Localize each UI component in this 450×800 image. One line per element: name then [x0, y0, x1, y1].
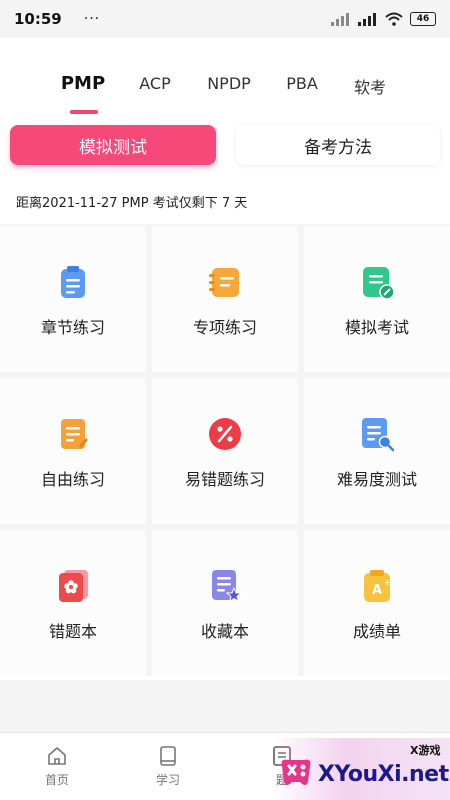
- tile-label: 收藏本: [200, 622, 249, 641]
- prep-method-button[interactable]: 备考方法: [236, 125, 440, 165]
- tile-label: 模拟考试: [344, 318, 409, 337]
- active-tab-indicator: [70, 110, 98, 114]
- tile-label: 章节练习: [40, 318, 105, 337]
- tile-topic-practice[interactable]: 专项练习: [152, 226, 298, 372]
- home-icon: [48, 747, 66, 765]
- nav-label: 首页: [44, 773, 69, 787]
- tile-mock-exam[interactable]: 模拟考试: [304, 226, 450, 372]
- signal-icon-2: [358, 13, 376, 26]
- tile-difficulty-test[interactable]: 难易度测试: [304, 378, 450, 524]
- watermark-small-text: X游戏: [410, 744, 441, 757]
- flower-book-icon: [59, 570, 88, 602]
- tile-label: 难易度测试: [336, 470, 417, 489]
- tab-ruankao[interactable]: 软考: [354, 74, 386, 98]
- notebook-icon: [209, 268, 239, 297]
- tab-pmp[interactable]: PMP: [61, 73, 105, 94]
- notification-dots: ···: [83, 11, 101, 27]
- document-pen-icon: [61, 419, 88, 449]
- exam-edit-icon: [363, 267, 395, 300]
- main-content: PMP ACP NPDP PBA 软考 模拟测试 备考方法 距离2021-11-…: [0, 38, 450, 680]
- tile-mistake-book[interactable]: 错题本: [0, 530, 146, 676]
- watermark-domain: XYouXi.net: [318, 762, 449, 787]
- mock-test-button[interactable]: 模拟测试: [10, 125, 216, 165]
- practice-grid: 章节练习 专项练习 模拟考试 自由练习 易错题练习 难易度测试 错题本 收藏本 …: [0, 224, 450, 676]
- tab-acp[interactable]: ACP: [139, 74, 170, 93]
- chapter-clipboard-icon: [61, 266, 85, 298]
- tile-grade-report[interactable]: A + 成绩单: [304, 530, 450, 676]
- tile-label: 易错题练习: [184, 470, 265, 489]
- wifi-icon: [385, 12, 403, 26]
- tile-label: 专项练习: [192, 318, 257, 337]
- tab-npdp[interactable]: NPDP: [207, 74, 251, 93]
- status-icons: 46: [331, 12, 436, 26]
- svg-text:+: +: [384, 578, 391, 587]
- document-search-icon: [362, 418, 395, 452]
- star-document-icon: [212, 570, 243, 603]
- book-icon: [160, 746, 176, 766]
- exam-countdown: 距离2021-11-27 PMP 考试仅剩下 7 天: [16, 196, 248, 211]
- tile-label: 自由练习: [40, 470, 105, 489]
- tile-chapter-practice[interactable]: 章节练习: [0, 226, 146, 372]
- site-watermark: X游戏 XYouXi.net: [272, 738, 450, 800]
- tile-favorites[interactable]: 收藏本: [152, 530, 298, 676]
- tile-error-prone-practice[interactable]: 易错题练习: [152, 378, 298, 524]
- grade-clipboard-icon: A +: [364, 570, 391, 602]
- svg-text:A: A: [372, 583, 382, 598]
- percent-icon: [209, 418, 241, 450]
- nav-home[interactable]: 首页: [27, 745, 87, 788]
- tile-free-practice[interactable]: 自由练习: [0, 378, 146, 524]
- nav-study[interactable]: 学习: [138, 745, 198, 788]
- tile-label: 错题本: [48, 622, 97, 641]
- tab-pba[interactable]: PBA: [286, 74, 318, 93]
- battery-icon: 46: [410, 12, 436, 26]
- gamepad-logo-icon: [281, 759, 311, 785]
- cert-tabs: PMP ACP NPDP PBA 软考: [0, 73, 450, 114]
- signal-icon: [331, 13, 349, 26]
- status-time: 10:59: [14, 10, 62, 28]
- nav-label: 学习: [155, 773, 180, 787]
- tile-label: 成绩单: [352, 622, 401, 641]
- status-bar: 10:59 ··· 46: [0, 0, 450, 38]
